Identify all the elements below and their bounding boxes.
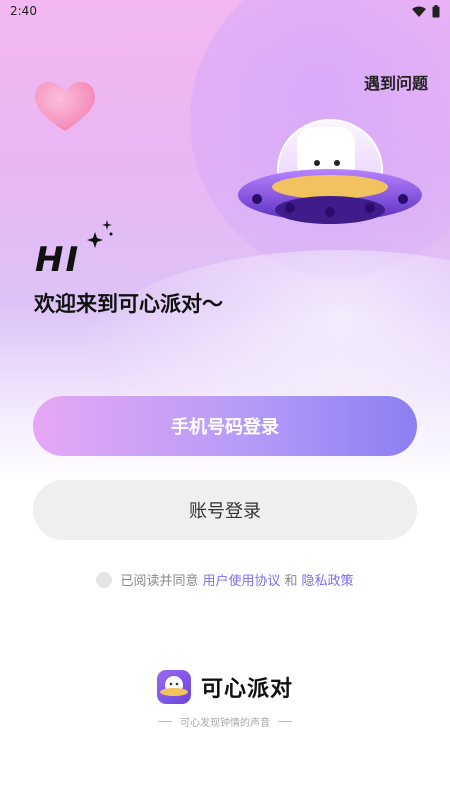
agreement-joiner: 和 xyxy=(284,574,298,589)
account-login-button[interactable]: 账号登录 xyxy=(33,480,417,540)
battery-icon xyxy=(432,4,440,17)
status-bar: 2:40 xyxy=(0,0,450,22)
welcome-text: 欢迎来到可心派对～ xyxy=(34,292,223,316)
brand-name: 可心派对 xyxy=(200,677,293,702)
greeting-heading: HI xyxy=(35,240,81,280)
status-time: 2:40 xyxy=(10,4,37,18)
heart-illustration xyxy=(35,82,95,131)
phone-login-button[interactable]: 手机号码登录 xyxy=(33,396,417,456)
agreement-prefix: 已阅读并同意 xyxy=(120,574,199,589)
tagline: 可心发现钟情的声音 xyxy=(0,714,450,729)
sparkle-icon xyxy=(87,220,113,248)
divider xyxy=(278,721,292,722)
divider xyxy=(158,721,172,722)
agreement-checkbox[interactable] xyxy=(96,571,113,588)
tagline-text: 可心发现钟情的声音 xyxy=(180,718,270,729)
app-logo-icon xyxy=(156,670,191,704)
help-link[interactable]: 遇到问题 xyxy=(364,70,428,94)
brand: 可心派对 xyxy=(0,670,450,704)
ufo-mascot-illustration xyxy=(238,119,422,224)
user-agreement-link[interactable]: 用户使用协议 xyxy=(202,570,280,589)
privacy-policy-link[interactable]: 隐私政策 xyxy=(302,570,354,589)
wifi-icon xyxy=(412,6,426,17)
agreement-row: 已阅读并同意 用户使用协议 和 隐私政策 xyxy=(0,570,450,589)
